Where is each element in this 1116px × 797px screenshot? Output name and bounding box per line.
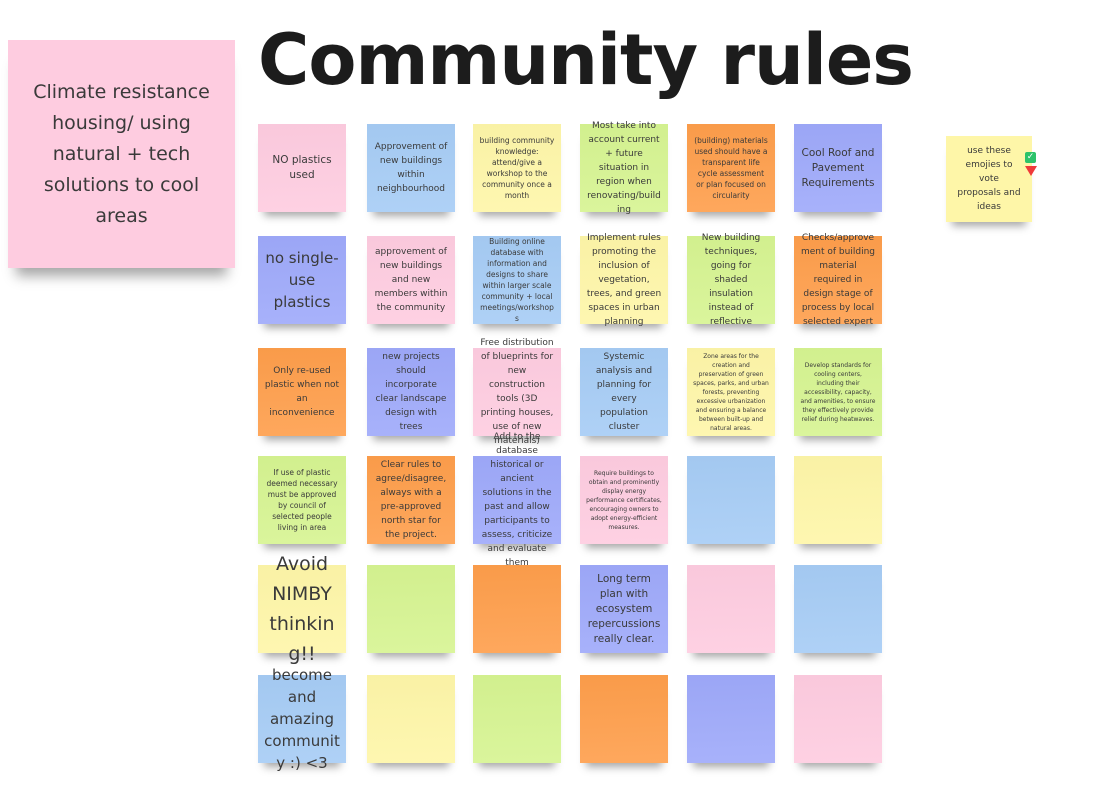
sticky-note[interactable]: New building techniques, going for shade…	[687, 233, 775, 327]
sticky-note[interactable]: become and amazing community :) <3	[258, 666, 346, 772]
sticky-note[interactable]	[367, 675, 455, 763]
sticky-note[interactable]: (building) materials used should have a …	[687, 124, 775, 212]
sticky-note-text: Require buildings to obtain and prominen…	[586, 469, 662, 531]
sticky-note-text: building community knowledge: attend/giv…	[479, 136, 555, 200]
sticky-note-text: New building techniques, going for shade…	[701, 233, 761, 327]
sticky-note[interactable]: Systemic analysis and planning for every…	[580, 348, 668, 436]
sticky-note-text: Add to the database historical or ancien…	[481, 432, 553, 568]
sticky-note-text: become and amazing community :) <3	[264, 666, 340, 772]
sticky-note[interactable]: approvement of new buildings and new mem…	[367, 236, 455, 324]
theme-sticky-note-text: Climate resistance housing/ using natura…	[33, 80, 210, 227]
sticky-note-text: approvement of new buildings and new mem…	[374, 247, 448, 313]
sticky-note[interactable]: Cool Roof and Pavement Requirements	[794, 124, 882, 212]
sticky-note[interactable]: Require buildings to obtain and prominen…	[580, 456, 668, 544]
theme-sticky-note[interactable]: Climate resistance housing/ using natura…	[8, 40, 235, 268]
sticky-note[interactable]: Approvement of new buildings within neig…	[367, 124, 455, 212]
sticky-note[interactable]	[473, 565, 561, 653]
sticky-note-text: Most take into account current + future …	[587, 121, 661, 215]
sticky-note[interactable]: Clear rules to agree/disagree, always wi…	[367, 456, 455, 544]
sticky-note-text: Cool Roof and Pavement Requirements	[801, 146, 875, 189]
sticky-note[interactable]	[794, 456, 882, 544]
sticky-note[interactable]: Avoid NIMBY thinking!!	[258, 553, 346, 665]
sticky-note[interactable]	[473, 675, 561, 763]
sticky-note[interactable]: Most take into account current + future …	[580, 121, 668, 215]
sticky-note-text: Zone areas for the creation and preserva…	[693, 352, 769, 432]
sticky-note-text: NO plastics used	[272, 154, 332, 181]
sticky-note[interactable]	[687, 565, 775, 653]
sticky-note[interactable]: Building online database with informatio…	[473, 236, 561, 324]
sticky-note[interactable]: building community knowledge: attend/giv…	[473, 124, 561, 212]
check-icon[interactable]: ✓	[1025, 152, 1036, 163]
sticky-note-text: Checks/approvement of building material …	[801, 233, 875, 327]
sticky-note[interactable]	[687, 675, 775, 763]
sticky-note-text: new projects should incorporate clear la…	[375, 352, 447, 432]
down-triangle-icon[interactable]	[1025, 166, 1037, 176]
vote-emoji-group: ✓	[1025, 152, 1039, 176]
sticky-note-text: no single-use plastics	[265, 249, 339, 311]
sticky-note-text: Only re-used plastic when not an inconve…	[264, 366, 340, 418]
sticky-note[interactable]	[794, 675, 882, 763]
sticky-note[interactable]: Only re-used plastic when not an inconve…	[258, 348, 346, 436]
sticky-note[interactable]: Add to the database historical or ancien…	[473, 432, 561, 568]
board-title: Community rules	[258, 19, 914, 101]
sticky-note[interactable]: Checks/approvement of building material …	[794, 233, 882, 327]
sticky-note[interactable]: Implement rules promoting the inclusion …	[580, 233, 668, 327]
sticky-note[interactable]: Long term plan with ecosystem repercussi…	[580, 565, 668, 653]
sticky-note[interactable]: no single-use plastics	[258, 236, 346, 324]
sticky-note[interactable]: Develop standards for cooling centers, i…	[794, 348, 882, 436]
vote-instructions-sticky-note[interactable]: use these emojies to vote proposals and …	[946, 136, 1032, 222]
sticky-note[interactable]: NO plastics used	[258, 124, 346, 212]
sticky-note-text: Clear rules to agree/disagree, always wi…	[375, 460, 447, 540]
vote-instructions-text: use these emojies to vote proposals and …	[957, 146, 1021, 212]
sticky-note-text: Building online database with informatio…	[480, 237, 554, 323]
sticky-note-text: If use of plastic deemed necessary must …	[266, 468, 338, 532]
sticky-note[interactable]: Free distribution of blueprints for new …	[473, 338, 561, 446]
sticky-note[interactable]	[687, 456, 775, 544]
sticky-note-text: Long term plan with ecosystem repercussi…	[587, 572, 661, 645]
sticky-note-text: (building) materials used should have a …	[694, 136, 768, 200]
sticky-note-text: Develop standards for cooling centers, i…	[800, 361, 876, 423]
sticky-note-text: Approvement of new buildings within neig…	[374, 142, 448, 194]
sticky-note-text: Implement rules promoting the inclusion …	[586, 233, 662, 327]
sticky-note[interactable]: new projects should incorporate clear la…	[367, 348, 455, 436]
sticky-note-text: Avoid NIMBY thinking!!	[269, 553, 335, 665]
sticky-note[interactable]: If use of plastic deemed necessary must …	[258, 456, 346, 544]
sticky-note[interactable]	[580, 675, 668, 763]
sticky-note[interactable]	[367, 565, 455, 653]
sticky-note-text: Systemic analysis and planning for every…	[595, 352, 653, 432]
sticky-note[interactable]	[794, 565, 882, 653]
sticky-note[interactable]: Zone areas for the creation and preserva…	[687, 348, 775, 436]
